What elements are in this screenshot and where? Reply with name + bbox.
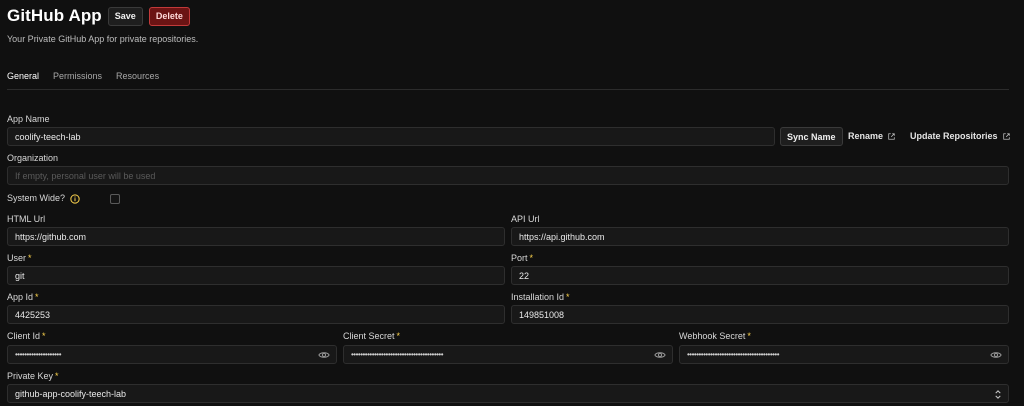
app-name-value: coolify-teech-lab (15, 131, 81, 142)
eye-icon[interactable] (990, 350, 1002, 360)
installation-id-input[interactable]: 149851008 (511, 305, 1009, 324)
port-value: 22 (519, 270, 530, 281)
html-url-input[interactable]: https://github.com (7, 227, 505, 246)
system-wide-label: System Wide? (7, 193, 66, 203)
system-wide-row: System Wide? (7, 192, 80, 205)
installation-id-value: 149851008 (519, 309, 565, 320)
api-url-input[interactable]: https://api.github.com (511, 227, 1009, 246)
html-url-label: HTML Url (7, 214, 46, 224)
client-id-value: •••••••••••••••••••• (15, 350, 62, 359)
user-label: User * (7, 253, 32, 263)
save-button[interactable]: Save (107, 6, 143, 26)
private-key-label: Private Key * (7, 371, 59, 381)
chevron-up-down-icon (995, 390, 1001, 399)
tab-bar: General Permissions Resources (7, 71, 1009, 90)
update-repositories-link[interactable]: Update Repositories (910, 131, 1010, 141)
installation-id-label: Installation Id * (511, 292, 570, 302)
delete-button[interactable]: Delete (148, 6, 190, 26)
rename-link[interactable]: Rename (848, 131, 895, 141)
organization-input[interactable]: If empty, personal user will be used (7, 166, 1009, 185)
app-id-value: 4425253 (15, 309, 51, 320)
page-title: GitHub App (7, 6, 102, 25)
client-secret-label: Client Secret * (343, 331, 401, 341)
github-app-page: GitHub App Save Delete Your Private GitH… (0, 6, 1024, 406)
user-value: git (15, 270, 25, 281)
client-secret-value: •••••••••••••••••••••••••••••••••••••••• (351, 350, 444, 359)
tab-resources[interactable]: Resources (116, 71, 159, 89)
page-subtitle: Your Private GitHub App for private repo… (7, 34, 199, 44)
html-url-value: https://github.com (15, 231, 87, 242)
user-input[interactable]: git (7, 266, 505, 285)
port-input[interactable]: 22 (511, 266, 1009, 285)
port-label: Port * (511, 253, 534, 263)
client-secret-input[interactable]: •••••••••••••••••••••••••••••••••••••••• (343, 345, 673, 364)
page-header: GitHub App Save Delete (7, 6, 1009, 26)
eye-icon[interactable] (318, 350, 330, 360)
rename-label: Rename (848, 131, 884, 141)
app-id-input[interactable]: 4425253 (7, 305, 505, 324)
webhook-secret-input[interactable]: •••••••••••••••••••••••••••••••••••••••• (679, 345, 1009, 364)
client-id-label: Client Id * (7, 331, 46, 341)
tab-permissions[interactable]: Permissions (53, 71, 102, 89)
external-link-icon (888, 132, 895, 140)
webhook-secret-label: Webhook Secret * (679, 331, 751, 341)
tab-general[interactable]: General (7, 71, 39, 89)
app-id-label: App Id * (7, 292, 39, 302)
webhook-secret-value: •••••••••••••••••••••••••••••••••••••••• (687, 350, 780, 359)
system-wide-checkbox[interactable] (110, 194, 120, 204)
eye-icon[interactable] (654, 350, 666, 360)
api-url-label: API Url (511, 214, 540, 224)
private-key-value: github-app-coolify-teech-lab (15, 388, 127, 399)
info-circle-icon[interactable] (70, 193, 80, 204)
organization-label: Organization (7, 153, 59, 163)
external-link-icon (1002, 132, 1010, 140)
api-url-value: https://api.github.com (519, 231, 605, 242)
app-name-input[interactable]: coolify-teech-lab (7, 127, 775, 146)
organization-placeholder: If empty, personal user will be used (15, 170, 156, 181)
sync-name-button[interactable]: Sync Name (780, 127, 843, 146)
client-id-input[interactable]: •••••••••••••••••••• (7, 345, 337, 364)
private-key-select[interactable]: github-app-coolify-teech-lab (7, 384, 1009, 403)
update-repositories-label: Update Repositories (910, 131, 998, 141)
app-name-label: App Name (7, 114, 50, 124)
